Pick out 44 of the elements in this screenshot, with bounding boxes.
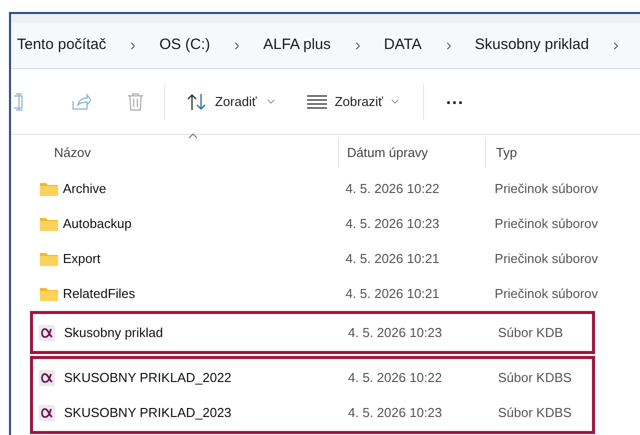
modified-date: 4. 5. 2026 10:22: [348, 368, 443, 387]
sort-icon: [187, 92, 207, 110]
list-icon: [306, 94, 327, 108]
modified-date: 4. 5. 2026 10:23: [348, 404, 443, 422]
file-name[interactable]: Export: [62, 248, 346, 268]
folder-icon: [39, 216, 59, 232]
alpha-icon: [39, 404, 55, 420]
alpha-icon: [39, 370, 55, 386]
folder-icon: [39, 180, 59, 196]
file-name[interactable]: SKUSOBNY PRIKLAD_2023: [64, 402, 348, 422]
alpha-icon: [39, 324, 55, 340]
breadcrumb-item[interactable]: DATA: [382, 34, 424, 57]
file-type: Priečinok súborov: [494, 284, 598, 303]
modified-date: 4. 5. 2026 10:21: [345, 284, 440, 303]
modified-date: 4. 5. 2026 10:21: [345, 250, 440, 268]
breadcrumb-item[interactable]: Skusobny priklad: [472, 34, 591, 57]
file-name[interactable]: RelatedFiles: [62, 284, 346, 304]
file-type: Priečinok súborov: [494, 180, 598, 198]
file-name[interactable]: SKUSOBNY PRIKLAD_2022: [64, 368, 348, 388]
file-name[interactable]: Skusobny priklad: [64, 322, 348, 342]
chevron-down-icon: [266, 99, 275, 104]
chevron-down-icon: [390, 99, 399, 104]
breadcrumb-item[interactable]: OS (C:): [157, 34, 212, 57]
column-header[interactable]: Dátum úpravy: [338, 138, 485, 168]
modified-date: 4. 5. 2026 10:23: [345, 214, 440, 233]
column-header[interactable]: Typ: [485, 138, 625, 168]
file-name[interactable]: Autobackup: [62, 214, 346, 234]
sort-button[interactable]: Zoradiť: [183, 86, 279, 118]
view-button[interactable]: Zobraziť: [302, 86, 403, 118]
folder-icon: [39, 250, 59, 266]
file-type: Súbor KDBS: [498, 404, 572, 422]
file-type: Súbor KDB: [498, 324, 564, 342]
more-button[interactable]: ...: [446, 88, 464, 114]
file-type: Priečinok súborov: [494, 250, 598, 268]
file-type: Priečinok súborov: [494, 214, 598, 233]
breadcrumb-item[interactable]: Tento počítač: [15, 34, 108, 57]
file-name[interactable]: Archive: [62, 178, 346, 198]
sort-caret-icon: [188, 133, 198, 139]
folder-icon: [39, 286, 59, 302]
modified-date: 4. 5. 2026 10:22: [345, 180, 440, 198]
breadcrumb-item[interactable]: ALFA plus: [261, 34, 333, 57]
column-header[interactable]: Názov: [11, 138, 338, 168]
file-type: Súbor KDBS: [498, 368, 572, 387]
modified-date: 4. 5. 2026 10:23: [348, 324, 443, 342]
